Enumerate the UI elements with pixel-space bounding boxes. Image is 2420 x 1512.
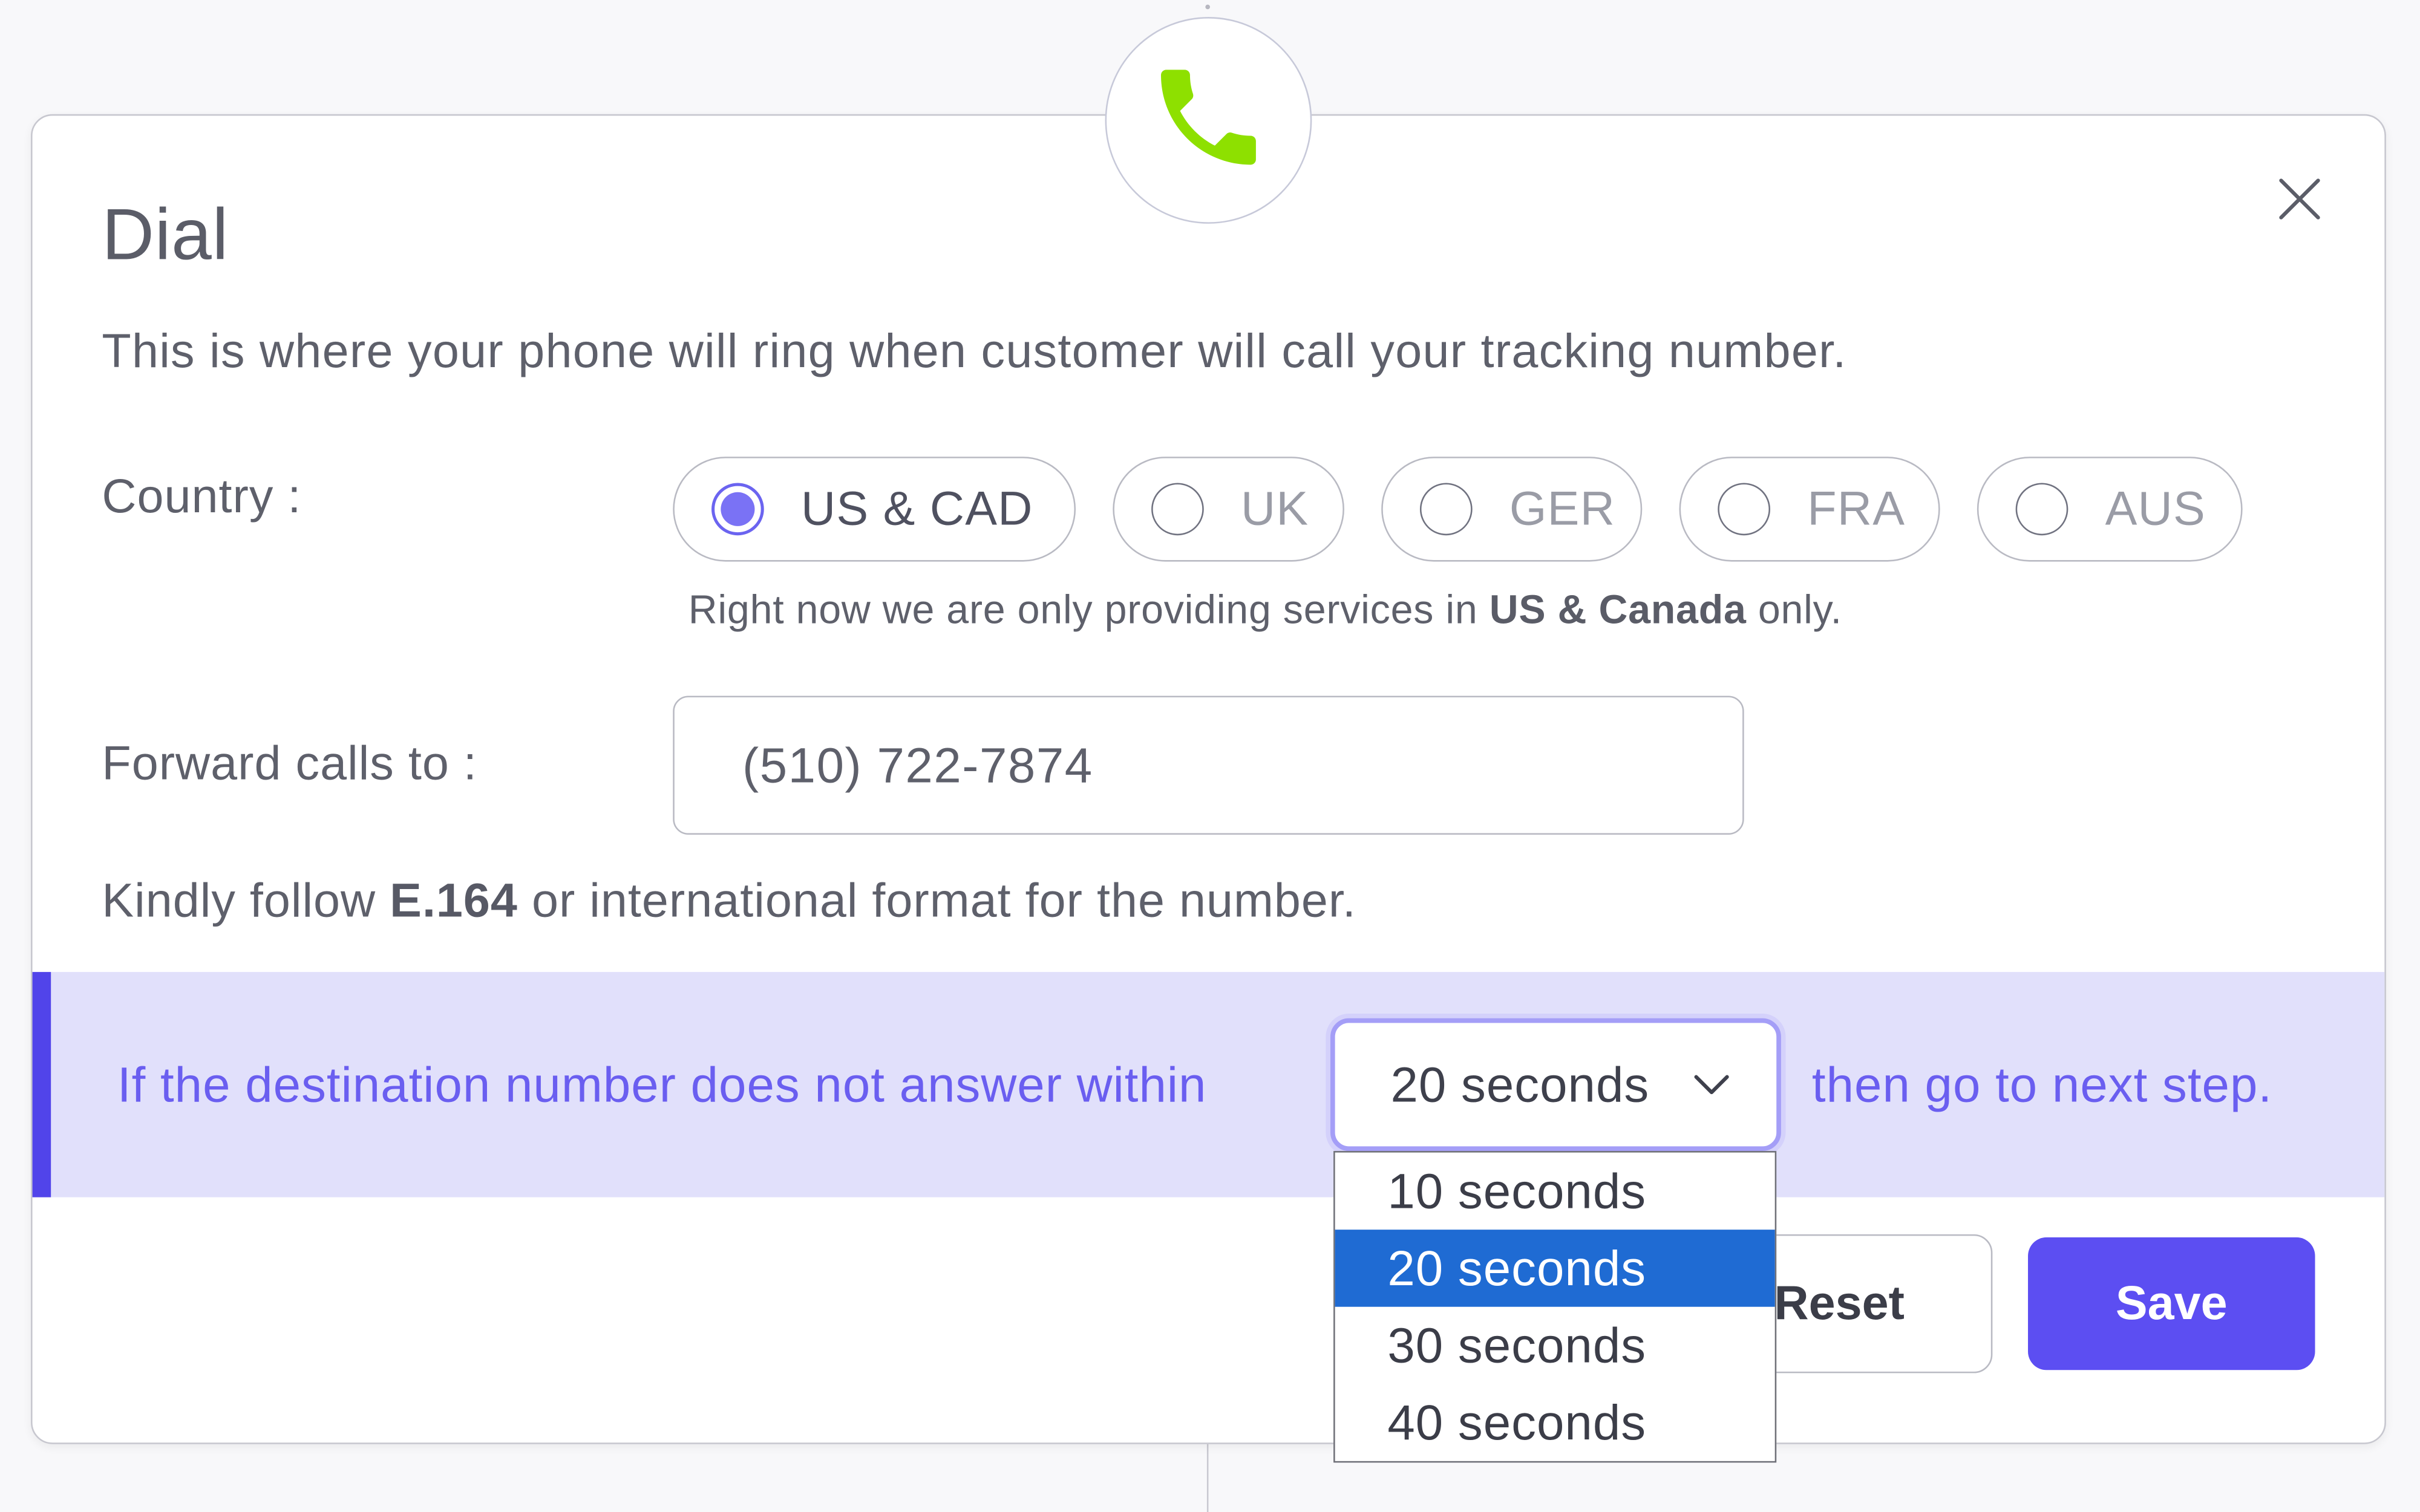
hint-text: Kindly follow xyxy=(102,873,390,928)
timeout-option-30[interactable]: 30 seconds xyxy=(1335,1307,1775,1384)
dialog-title: Dial xyxy=(102,192,229,275)
timeout-option-20[interactable]: 20 seconds xyxy=(1335,1230,1775,1307)
radio-button[interactable] xyxy=(2015,483,2068,536)
hint-text-end: or international format for the number. xyxy=(517,873,1356,928)
timeout-suffix-text: then go to next step. xyxy=(1811,1057,2273,1113)
dialog-description: This is where your phone will ring when … xyxy=(102,324,1847,378)
connector-dot xyxy=(1205,4,1210,10)
country-option-us-cad[interactable]: US & CAD xyxy=(673,457,1076,562)
country-option-label: FRA xyxy=(1807,481,1906,536)
note-bold-text: US & Canada xyxy=(1489,586,1747,633)
timeout-step-accent-bar xyxy=(32,972,51,1198)
note-text-end: only. xyxy=(1746,586,1842,633)
timeout-dropdown-list: 10 seconds 20 seconds 30 seconds 40 seco… xyxy=(1333,1151,1777,1463)
close-button[interactable] xyxy=(2272,174,2327,230)
radio-button[interactable] xyxy=(1718,483,1771,536)
radio-button[interactable] xyxy=(1419,483,1473,536)
timeout-prefix-text: If the destination number does not answe… xyxy=(117,1057,1207,1113)
hint-bold-text: E.164 xyxy=(390,873,518,928)
radio-button[interactable] xyxy=(1151,483,1204,536)
country-option-label: AUS xyxy=(2105,481,2206,536)
country-option-fra[interactable]: FRA xyxy=(1679,457,1940,562)
save-button[interactable]: Save xyxy=(2028,1237,2315,1370)
phone-icon xyxy=(1145,53,1272,187)
screen: Dial This is where your phone will ring … xyxy=(0,0,2420,1512)
country-option-aus[interactable]: AUS xyxy=(1977,457,2243,562)
country-label: Country : xyxy=(102,469,302,523)
timeout-option-10[interactable]: 10 seconds xyxy=(1335,1153,1775,1230)
forward-calls-label: Forward calls to : xyxy=(102,735,477,790)
dial-step-badge xyxy=(1105,17,1312,224)
close-icon xyxy=(2278,177,2321,227)
number-format-hint: Kindly follow E.164 or international for… xyxy=(102,873,1356,929)
country-availability-note: Right now we are only providing services… xyxy=(688,586,1842,634)
timeout-select[interactable]: 20 seconds xyxy=(1330,1018,1781,1152)
note-text: Right now we are only providing services… xyxy=(688,586,1490,633)
country-option-ger[interactable]: GER xyxy=(1381,457,1643,562)
country-option-label: UK xyxy=(1241,481,1309,536)
flow-connector-line xyxy=(1206,1444,1209,1512)
country-option-uk[interactable]: UK xyxy=(1113,457,1344,562)
timeout-selected-value: 20 seconds xyxy=(1390,1056,1650,1112)
chevron-down-icon xyxy=(1693,1072,1730,1105)
radio-button-checked[interactable] xyxy=(711,483,764,536)
country-option-label: GER xyxy=(1509,481,1616,536)
forward-number-input[interactable] xyxy=(673,696,1744,835)
country-option-label: US & CAD xyxy=(800,481,1033,536)
timeout-option-40[interactable]: 40 seconds xyxy=(1335,1384,1775,1461)
